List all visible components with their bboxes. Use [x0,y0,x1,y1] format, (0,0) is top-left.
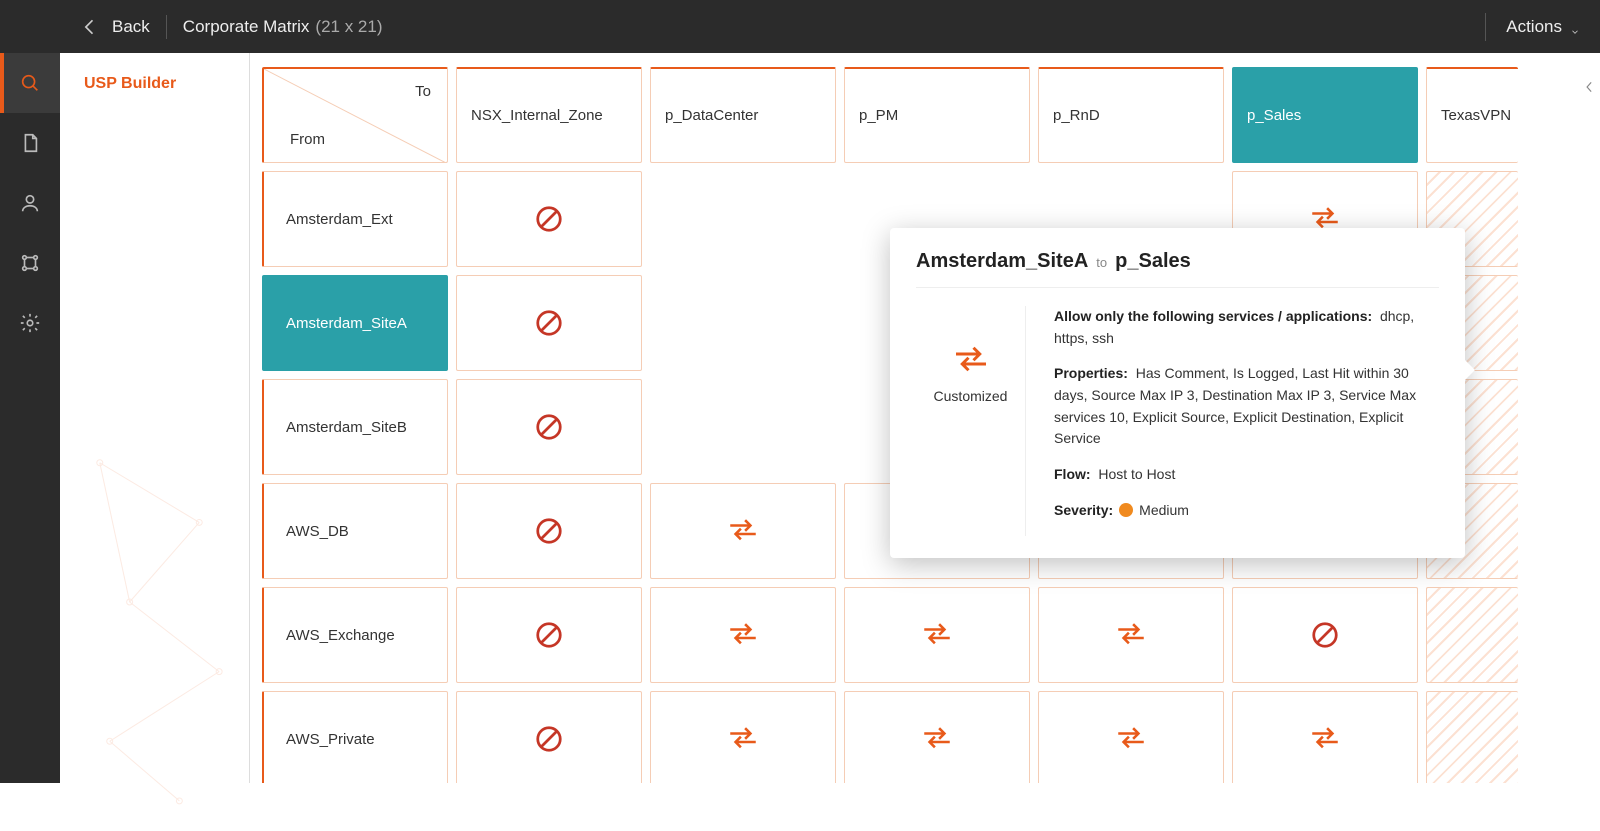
rail-integrations[interactable] [0,233,60,293]
col-header[interactable]: p_RnD [1038,67,1224,163]
tooltip-to-word: to [1096,255,1107,270]
tooltip-severity-label: Severity: [1054,502,1113,518]
matrix-cell[interactable] [456,379,642,475]
matrix-cell[interactable] [456,587,642,683]
matrix-area: ToFromNSX_Internal_Zonep_DataCenterp_PMp… [250,53,1600,783]
col-header[interactable]: p_Sales [1232,67,1418,163]
swap-icon [726,725,760,753]
arrow-left-icon [80,17,100,37]
matrix-corner: To From [262,67,448,163]
tooltip-state-label: Customized [934,388,1008,404]
tooltip-flow-label: Flow: [1054,466,1091,482]
matrix-cell[interactable] [456,275,642,371]
tooltip-from: Amsterdam_SiteA [916,250,1088,273]
col-header[interactable]: NSX_Internal_Zone [456,67,642,163]
forbid-icon [534,412,564,442]
page-dimensions: (21 x 21) [315,17,382,37]
matrix-cell[interactable] [650,691,836,783]
matrix-cell[interactable] [1038,691,1224,783]
row-header[interactable]: AWS_Exchange [262,587,448,683]
forbid-icon [534,308,564,338]
swap-icon [1114,621,1148,649]
matrix-cell[interactable] [456,483,642,579]
swap-icon [920,725,954,753]
actions-label: Actions [1506,17,1562,37]
rail-settings[interactable] [0,293,60,353]
forbid-icon [1310,620,1340,650]
row-header[interactable]: AWS_Private [262,691,448,783]
matrix-cell[interactable] [456,691,642,783]
row-header[interactable]: Amsterdam_Ext [262,171,448,267]
matrix-cell[interactable] [844,587,1030,683]
matrix-cell[interactable] [650,483,836,579]
swap-icon [920,621,954,649]
tooltip-props-label: Properties: [1054,365,1128,381]
side-panel: USP Builder [60,53,250,783]
matrix-cell[interactable] [456,171,642,267]
collapse-panel-button[interactable] [1580,67,1600,107]
severity-dot-icon [1119,503,1133,517]
forbid-icon [534,516,564,546]
tooltip-severity-value: Medium [1139,502,1189,518]
cell-tooltip: Amsterdam_SiteA to p_Sales Customized Al… [890,228,1465,558]
tooltip-allow-label: Allow only the following services / appl… [1054,308,1372,324]
sidepanel-item-usp-builder[interactable]: USP Builder [60,53,249,115]
swap-icon [726,517,760,545]
decorative-network-icon [60,413,249,831]
back-label: Back [112,17,150,37]
rail-users[interactable] [0,173,60,233]
matrix-cell[interactable] [1232,691,1418,783]
matrix-cell[interactable] [1426,587,1518,683]
tooltip-dest: p_Sales [1115,250,1191,273]
row-header[interactable]: AWS_DB [262,483,448,579]
swap-icon [951,344,991,378]
forbid-icon [534,204,564,234]
swap-icon [1114,725,1148,753]
matrix-cell[interactable] [650,587,836,683]
col-header[interactable]: TexasVPN [1426,67,1518,163]
matrix-cell[interactable] [1038,587,1224,683]
matrix-cell[interactable] [1426,691,1518,783]
row-header[interactable]: Amsterdam_SiteA [262,275,448,371]
forbid-icon [534,724,564,754]
col-header[interactable]: p_PM [844,67,1030,163]
divider [1485,13,1486,41]
corner-to-label: To [415,83,431,100]
divider [166,15,167,39]
swap-icon [726,621,760,649]
corner-from-label: From [290,131,325,148]
swap-icon [1308,725,1342,753]
matrix-cell[interactable] [844,691,1030,783]
actions-menu-button[interactable]: Actions [1506,17,1580,37]
back-button[interactable]: Back [80,17,150,37]
matrix-cell[interactable] [1232,587,1418,683]
tooltip-flow-value: Host to Host [1098,466,1175,482]
col-header[interactable]: p_DataCenter [650,67,836,163]
rail-search[interactable] [0,53,60,113]
chevron-down-icon [1570,22,1580,32]
row-header[interactable]: Amsterdam_SiteB [262,379,448,475]
page-title: Corporate Matrix [183,17,310,37]
forbid-icon [534,620,564,650]
top-bar: Back Corporate Matrix (21 x 21) Actions [0,0,1600,53]
rail-documents[interactable] [0,113,60,173]
nav-rail [0,53,60,783]
